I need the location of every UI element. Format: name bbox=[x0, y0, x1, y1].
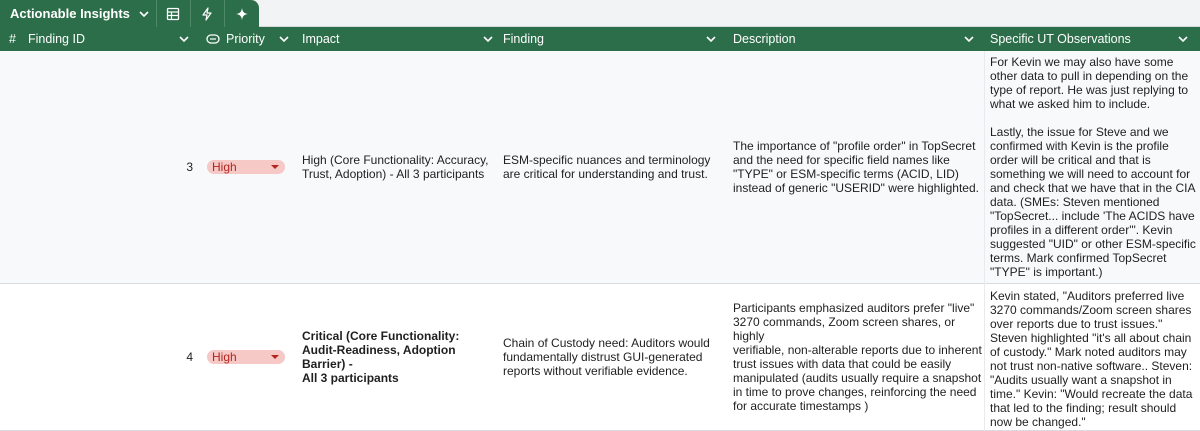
automation-button[interactable] bbox=[191, 0, 225, 27]
sheet-tab-bar: Actionable Insights bbox=[0, 0, 1200, 27]
chevron-down-icon[interactable] bbox=[138, 8, 150, 20]
column-header-impact[interactable]: Impact bbox=[302, 27, 498, 51]
chevron-down-icon[interactable] bbox=[1177, 33, 1189, 45]
bolt-icon bbox=[202, 6, 213, 21]
priority-value: High bbox=[212, 350, 237, 364]
finding-id-value: 4 bbox=[186, 350, 193, 364]
observations-value: Kevin stated, "Auditors preferred live 3… bbox=[990, 289, 1193, 429]
caret-down-icon bbox=[271, 165, 279, 169]
dropdown-chip-icon bbox=[206, 34, 220, 44]
observations-cell[interactable]: For Kevin we may also have some other da… bbox=[990, 51, 1196, 283]
column-divider bbox=[984, 51, 985, 431]
description-value: The importance of "profile order" in Top… bbox=[733, 139, 979, 195]
priority-value: High bbox=[212, 160, 237, 174]
priority-label: Priority bbox=[226, 32, 265, 46]
priority-dropdown-chip[interactable]: High bbox=[207, 350, 285, 364]
impact-value: Critical (Core Functionality: Audit-Read… bbox=[302, 329, 460, 385]
finding-label: Finding bbox=[503, 32, 544, 46]
priority-dropdown-chip[interactable]: High bbox=[207, 160, 285, 174]
row-number-label: # bbox=[9, 32, 16, 46]
impact-cell[interactable]: Critical (Core Functionality: Audit-Read… bbox=[302, 284, 498, 430]
sheet-tab-group: Actionable Insights bbox=[0, 0, 259, 27]
caret-down-icon bbox=[271, 355, 279, 359]
observations-label: Specific UT Observations bbox=[990, 32, 1131, 46]
column-header-description[interactable]: Description bbox=[733, 27, 981, 51]
sheet-tab-title: Actionable Insights bbox=[10, 6, 130, 21]
table-icon bbox=[167, 7, 180, 20]
finding-id-label: Finding ID bbox=[28, 32, 85, 46]
priority-cell[interactable]: High bbox=[207, 284, 293, 430]
impact-value: High (Core Functionality: Accuracy, Trus… bbox=[302, 153, 489, 181]
finding-id-value: 3 bbox=[186, 160, 193, 174]
observations-value: For Kevin we may also have some other da… bbox=[990, 55, 1196, 279]
table-header: # Finding ID Priority Impact Finding Des… bbox=[0, 27, 1200, 51]
sparkle-icon bbox=[235, 7, 248, 20]
finding-cell[interactable]: Chain of Custody need: Auditors would fu… bbox=[503, 284, 725, 430]
column-header-row-number: # bbox=[9, 27, 16, 51]
finding-value: ESM-specific nuances and terminology are… bbox=[503, 153, 711, 181]
priority-cell[interactable]: High bbox=[207, 51, 293, 283]
column-header-finding[interactable]: Finding bbox=[503, 27, 725, 51]
finding-value: Chain of Custody need: Auditors would fu… bbox=[503, 336, 710, 378]
finding-id-cell[interactable]: 3 bbox=[28, 51, 193, 283]
chevron-down-icon[interactable] bbox=[278, 33, 290, 45]
impact-label: Impact bbox=[302, 32, 340, 46]
column-header-observations[interactable]: Specific UT Observations bbox=[990, 27, 1194, 51]
chevron-down-icon[interactable] bbox=[178, 33, 190, 45]
chevron-down-icon[interactable] bbox=[963, 33, 975, 45]
sheet-tab-actionable-insights[interactable]: Actionable Insights bbox=[0, 0, 157, 27]
finding-id-cell[interactable]: 4 bbox=[28, 284, 193, 430]
observations-cell[interactable]: Kevin stated, "Auditors preferred live 3… bbox=[990, 284, 1196, 430]
table-row[interactable]: 4 High Critical (Core Functionality: Aud… bbox=[0, 284, 1200, 431]
finding-cell[interactable]: ESM-specific nuances and terminology are… bbox=[503, 51, 725, 283]
chevron-down-icon[interactable] bbox=[482, 33, 494, 45]
description-cell[interactable]: The importance of "profile order" in Top… bbox=[733, 51, 983, 283]
column-header-finding-id[interactable]: Finding ID bbox=[28, 27, 194, 51]
description-value: Participants emphasized auditors prefer … bbox=[733, 301, 982, 413]
table-row[interactable]: 3 High High (Core Functionality: Accurac… bbox=[0, 51, 1200, 284]
table-view-button[interactable] bbox=[157, 0, 191, 27]
description-cell[interactable]: Participants emphasized auditors prefer … bbox=[733, 284, 983, 430]
chevron-down-icon[interactable] bbox=[705, 33, 717, 45]
impact-cell[interactable]: High (Core Functionality: Accuracy, Trus… bbox=[302, 51, 498, 283]
description-label: Description bbox=[733, 32, 796, 46]
column-header-priority[interactable]: Priority bbox=[206, 27, 292, 51]
ai-assist-button[interactable] bbox=[225, 0, 259, 27]
